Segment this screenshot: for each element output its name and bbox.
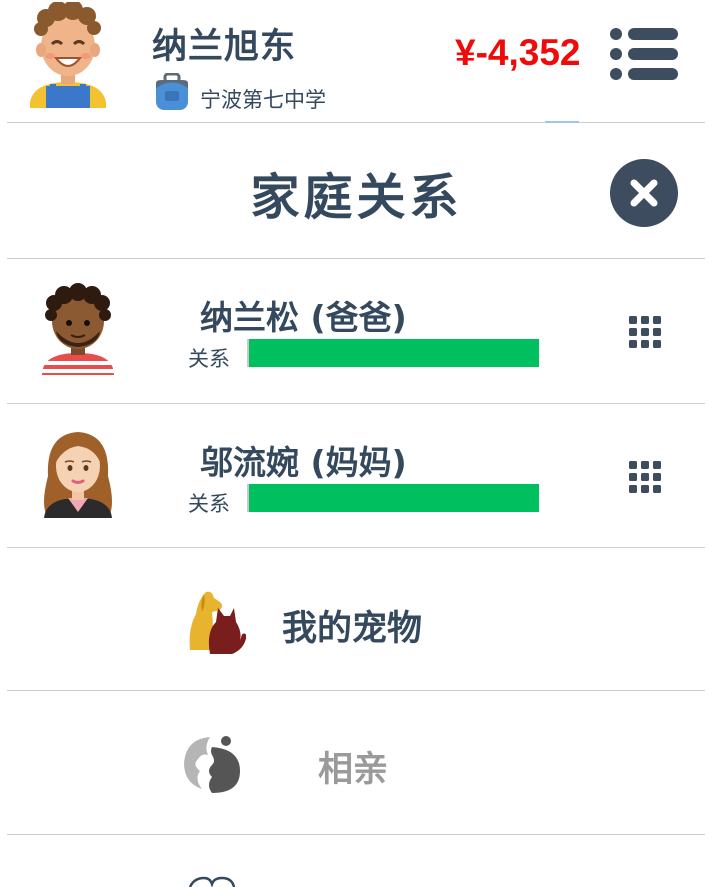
relation-label: 关系 bbox=[188, 492, 230, 516]
relation-label: 关系 bbox=[188, 347, 230, 371]
player-name: 纳兰旭东 bbox=[152, 27, 297, 67]
profile-header: 纳兰旭东 宁波第七中学 ¥-4,352 bbox=[0, 0, 713, 122]
menu-item-pets-label: 我的宠物 bbox=[282, 609, 423, 649]
relation-bar bbox=[247, 339, 539, 367]
family-member-name: 纳兰松 (爸爸) bbox=[200, 298, 407, 337]
family-member-row[interactable]: 邬流婉 (妈妈) 关系 bbox=[0, 404, 713, 547]
father-avatar bbox=[42, 283, 114, 375]
menu-icon[interactable] bbox=[608, 26, 680, 82]
header-divider bbox=[7, 122, 705, 123]
mother-avatar bbox=[44, 432, 112, 518]
menu-item-dating[interactable]: 相亲 bbox=[0, 691, 713, 834]
menu-item-dating-label: 相亲 bbox=[318, 750, 389, 790]
school-name: 宁波第七中学 bbox=[200, 88, 326, 112]
relation-bar bbox=[247, 484, 539, 512]
pet-icon bbox=[189, 591, 246, 654]
relation-bar-fill bbox=[249, 484, 539, 512]
schoolbag-icon bbox=[156, 73, 188, 110]
family-member-row[interactable]: 纳兰松 (爸爸) 关系 bbox=[0, 259, 713, 403]
close-button[interactable] bbox=[610, 159, 678, 227]
menu-item-pets[interactable]: 我的宠物 bbox=[0, 548, 713, 690]
dating-icon bbox=[184, 736, 240, 793]
grid-icon[interactable] bbox=[628, 460, 662, 494]
grid-icon[interactable] bbox=[628, 315, 662, 349]
next-menu-icon bbox=[188, 876, 236, 887]
page-title: 家庭关系 bbox=[250, 169, 463, 226]
player-avatar[interactable] bbox=[28, 2, 108, 108]
scroll-indicator bbox=[545, 121, 579, 123]
family-member-name: 邬流婉 (妈妈) bbox=[200, 443, 407, 482]
relation-bar-fill bbox=[249, 339, 539, 367]
close-icon bbox=[630, 179, 658, 207]
money-balance: ¥-4,352 bbox=[455, 32, 581, 73]
divider bbox=[7, 834, 705, 835]
